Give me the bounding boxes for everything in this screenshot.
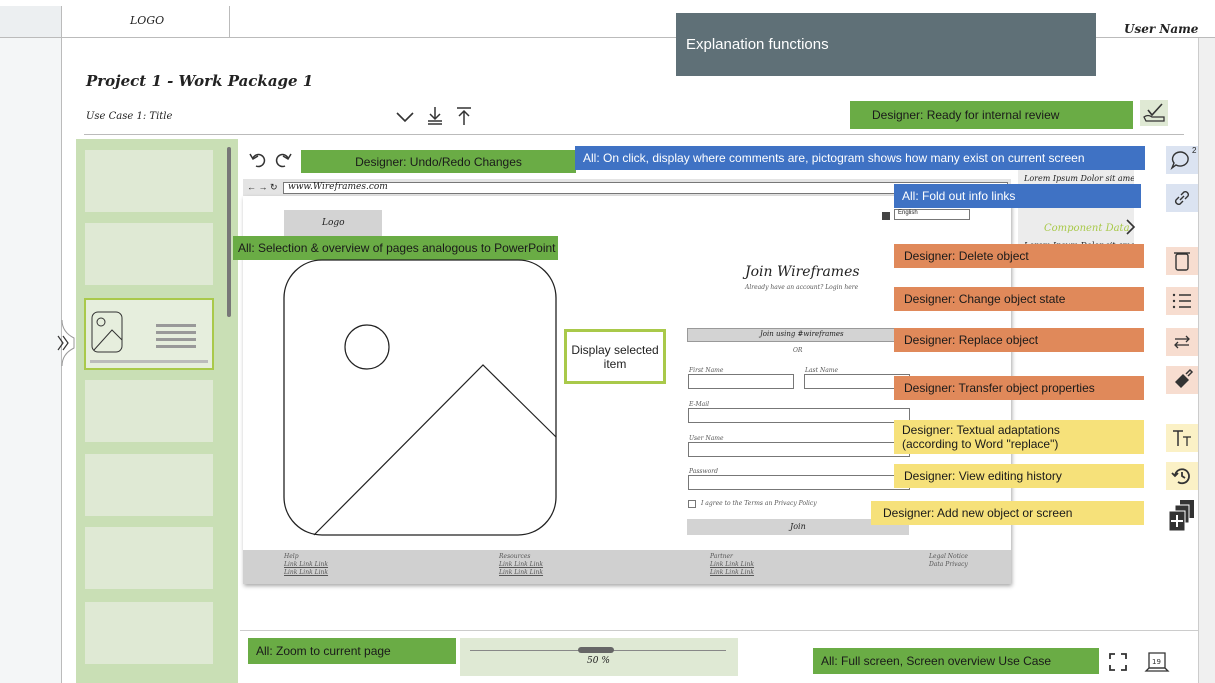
language-label: English xyxy=(898,210,918,216)
selected-image-placeholder[interactable] xyxy=(283,259,557,536)
comments-annotation: All: On click, display where comments ar… xyxy=(575,146,1145,170)
page-thumbnail[interactable] xyxy=(85,527,213,589)
footer-col-title: Resources xyxy=(499,553,531,560)
trash-icon[interactable] xyxy=(1166,247,1198,275)
swap-icon[interactable] xyxy=(1166,328,1198,356)
zoom-current-annotation: All: Zoom to current page xyxy=(248,638,456,664)
replace-annotation: Designer: Replace object xyxy=(894,328,1144,352)
zoom-slider-thumb[interactable] xyxy=(578,647,614,653)
textual-annotation-line: Designer: Textual adaptations xyxy=(902,423,1060,437)
join-using-label: Join using #wireframes xyxy=(760,330,844,338)
project-title: Project 1 - Work Package 1 xyxy=(86,72,314,90)
text-size-icon[interactable] xyxy=(1166,424,1198,452)
right-strip xyxy=(1198,38,1215,683)
join-title: Join Wireframes xyxy=(745,264,860,280)
first-name-label: First Name xyxy=(689,367,724,374)
last-name-label: Last Name xyxy=(805,367,839,374)
thumbnail-scrollbar[interactable] xyxy=(227,147,231,317)
redo-icon[interactable] xyxy=(273,150,293,170)
textual-annotation-line: (according to Word "replace") xyxy=(902,437,1059,451)
footer-link[interactable]: Link Link Link xyxy=(499,569,543,576)
panel-text-top: Lorem Ipsum Dolor sit amet xyxy=(1024,174,1134,183)
delete-annotation: Designer: Delete object xyxy=(894,244,1144,268)
footer-link[interactable]: Link Link Link xyxy=(710,569,754,576)
agree-label[interactable]: I agree to the Terms an Privacy Policy xyxy=(701,500,817,507)
explanation-title: Explanation functions xyxy=(676,13,1096,76)
undo-icon[interactable] xyxy=(248,150,268,170)
bottom-divider xyxy=(240,630,1198,631)
component-data-title[interactable]: Component Data xyxy=(1044,223,1130,234)
username-field[interactable] xyxy=(688,442,910,457)
email-label: E-Mail xyxy=(689,401,710,408)
textual-annotation: Designer: Textual adaptations (according… xyxy=(894,420,1144,454)
transfer-annotation: Designer: Transfer object properties xyxy=(894,376,1144,400)
page-thumbnail[interactable] xyxy=(85,150,213,212)
footer-link[interactable]: Link Link Link xyxy=(284,561,328,568)
expand-icon[interactable] xyxy=(52,319,76,367)
add-new-annotation: Designer: Add new object or screen xyxy=(871,501,1144,525)
username-label: User Name xyxy=(689,435,724,442)
chevron-right-icon[interactable] xyxy=(1125,218,1137,236)
browser-nav: ← → ↻ xyxy=(247,182,278,192)
join-button-label: Join xyxy=(790,522,806,531)
usecase-underline xyxy=(84,134,1184,135)
wf-logo: Logo xyxy=(322,218,345,228)
first-name-field[interactable] xyxy=(688,374,794,389)
wf-footer xyxy=(243,550,1011,584)
email-field[interactable] xyxy=(688,408,910,423)
usecase-select[interactable]: Use Case 1: Title xyxy=(86,111,172,122)
approve-icon[interactable] xyxy=(1140,100,1168,126)
brush-icon[interactable] xyxy=(1166,366,1198,394)
zoom-level-label: 50 % xyxy=(587,656,610,666)
app-logo[interactable]: LOGO xyxy=(130,14,164,27)
change-state-annotation: Designer: Change object state xyxy=(894,287,1144,311)
info-links-annotation: All: Fold out info links xyxy=(894,184,1141,208)
selection-overview-annotation: All: Selection & overview of pages analo… xyxy=(233,236,558,260)
page-thumbnail[interactable] xyxy=(85,380,213,442)
flag-icon xyxy=(882,212,890,220)
undo-redo-annotation: Designer: Undo/Redo Changes xyxy=(301,150,576,173)
overview-icon[interactable]: 19 xyxy=(1143,650,1171,674)
list-icon[interactable] xyxy=(1166,287,1198,315)
agree-checkbox[interactable] xyxy=(688,500,696,508)
or-separator: OR xyxy=(793,347,803,354)
login-prompt[interactable]: Already have an account? Login here xyxy=(745,284,858,291)
password-field[interactable] xyxy=(688,475,910,490)
page-thumbnail[interactable] xyxy=(85,223,213,285)
footer-link[interactable]: Link Link Link xyxy=(499,561,543,568)
history-annotation: Designer: View editing history xyxy=(894,464,1144,488)
footer-col-title: Help xyxy=(284,553,299,560)
footer-link[interactable]: Data Privacy xyxy=(929,561,968,568)
comment-count-badge: 2 xyxy=(1192,146,1197,155)
password-label: Password xyxy=(689,468,718,475)
footer-link[interactable]: Link Link Link xyxy=(284,569,328,576)
status-badge: Designer: Ready for internal review xyxy=(850,101,1133,129)
top-left-cell xyxy=(0,6,62,38)
link-icon[interactable] xyxy=(1166,184,1198,212)
user-name[interactable]: User Name xyxy=(1124,22,1198,36)
display-selected-annotation: Display selected item xyxy=(564,329,666,384)
chevron-down-icon[interactable] xyxy=(396,110,414,123)
page-thumbnail-selected[interactable] xyxy=(84,298,214,370)
footer-link[interactable]: Link Link Link xyxy=(710,561,754,568)
svg-text:19: 19 xyxy=(1152,658,1161,666)
url-text: www.Wireframes.com xyxy=(288,182,388,192)
fullscreen-annotation: All: Full screen, Screen overview Use Ca… xyxy=(813,648,1099,674)
footer-col-title: Partner xyxy=(710,553,733,560)
add-screen-icon[interactable] xyxy=(1166,496,1198,536)
footer-col-title: Legal Notice xyxy=(929,553,968,560)
page-thumbnail[interactable] xyxy=(85,602,213,664)
upload-icon[interactable] xyxy=(455,106,473,126)
download-icon[interactable] xyxy=(426,106,444,126)
fullscreen-icon[interactable] xyxy=(1108,652,1128,672)
page-thumbnail[interactable] xyxy=(85,454,213,516)
history-icon[interactable] xyxy=(1166,462,1198,490)
